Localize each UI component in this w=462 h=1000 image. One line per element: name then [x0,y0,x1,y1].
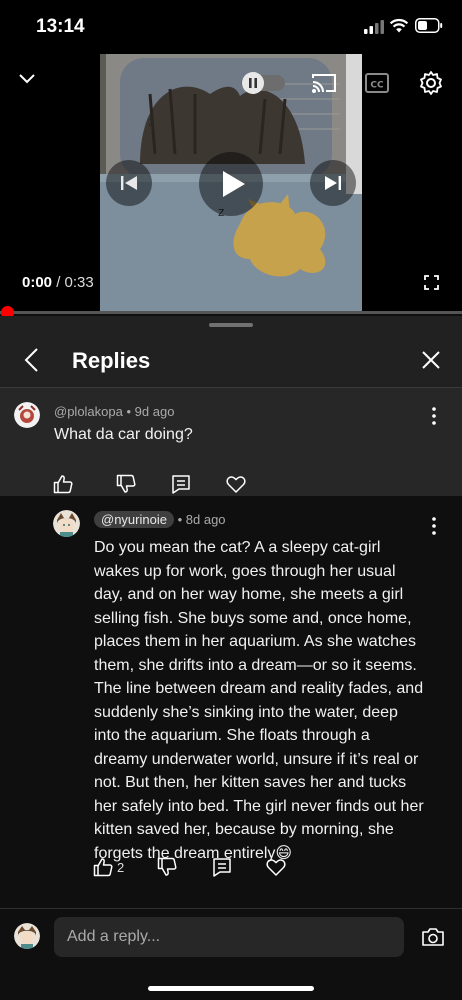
reply-text-line: not. But then, her kitten saves her and … [94,774,407,791]
play-icon[interactable] [199,152,263,216]
cast-icon[interactable] [311,72,337,94]
playback-progress-bar[interactable] [0,306,462,319]
cellular-signal-icon [364,20,384,34]
heart-icon[interactable] [266,857,286,877]
reply-text-line: places them in her aquarium. As she watc… [94,633,416,650]
autoplay-toggle[interactable] [241,72,285,94]
svg-text:CC: CC [370,81,384,91]
comment-age: 9d ago [134,404,175,419]
battery-icon [415,18,443,33]
heart-icon[interactable] [226,474,246,494]
previous-icon[interactable] [106,160,152,206]
reply-text-line: wakes up for work, goes through her usua… [94,562,396,580]
fullscreen-icon[interactable] [424,275,439,290]
video-player[interactable]: z z CC 0:00 / 0:33 [0,54,462,312]
settings-icon[interactable] [418,70,444,96]
status-time: 13:14 [36,16,85,37]
reply-text-line: her safely into bed. The girl never find… [94,797,424,815]
meta-dot: • [177,512,183,527]
comment-text: What da car doing? [54,426,193,443]
reply-icon[interactable] [171,474,191,494]
panel-header: Replies [0,338,462,386]
reply-text-line: suddenly she’s sinking into the water, d… [94,703,398,721]
drag-handle[interactable] [209,323,253,327]
avatar[interactable] [14,402,40,428]
comment-author[interactable]: @plolakopa [54,404,123,419]
like-count: 2 [117,860,125,875]
captions-icon[interactable]: CC [365,72,389,94]
time-readout: 0:00 / 0:33 [22,274,94,291]
more-options-icon[interactable] [431,406,437,426]
reply-text-line: Do you mean the cat? A a sleepy cat-girl [94,539,381,556]
home-indicator [148,986,314,991]
close-icon[interactable] [419,348,443,372]
reply-text-line: selling fish. She buys some and, once ho… [94,609,412,627]
duration: 0:33 [64,274,94,291]
thumbs-up-icon[interactable] [53,474,73,494]
camera-icon[interactable] [421,926,445,948]
meta-dot: • [126,404,132,419]
reply-meta: @nyurinoie • 8d ago [94,511,226,528]
wifi-icon [389,18,409,33]
thumbs-down-icon[interactable] [157,857,177,877]
avatar[interactable] [53,510,80,537]
current-time: 0:00 [22,274,53,291]
reply-input[interactable]: Add a reply... [54,917,404,957]
avatar [14,923,40,949]
reply-text-line: into the aquarium. She floats through a [94,727,370,744]
reply-text: Do you mean the cat? A a sleepy cat-girl… [94,536,439,865]
reply-text-line: day, and on her way home, she meets a gi… [94,586,404,603]
thumbs-up-icon[interactable] [93,857,113,877]
reply-author-chip[interactable]: @nyurinoie [94,511,174,528]
next-icon[interactable] [310,160,356,206]
time-separator: / [52,274,65,291]
panel-title: Replies [72,348,151,373]
reply-text-line: kitten saved her, because by morning, sh… [94,821,394,838]
reply-age: 8d ago [185,512,226,527]
reply-text-line: dreamy underwater world, unsure if it’s … [94,750,419,768]
thumbs-down-icon[interactable] [116,474,136,494]
status-bar: 13:14 [0,0,462,54]
chevron-down-icon[interactable] [18,72,36,86]
replies-panel: Replies @plolakopa • 9d ago What da car … [0,316,462,1000]
reply-comment: @nyurinoie • 8d ago Do you mean the cat?… [0,496,462,908]
comment-meta: @plolakopa • 9d ago [54,404,174,419]
more-options-icon[interactable] [431,516,437,536]
back-arrow-icon[interactable] [20,346,44,374]
reply-icon[interactable] [212,857,232,877]
svg-text:z: z [148,115,154,129]
parent-comment: @plolakopa • 9d ago What da car doing? [0,388,462,496]
reply-text-line: The line between dream and reality fades… [94,680,424,697]
reply-text-line: them, she drifts into a dream—or so it s… [94,656,417,674]
